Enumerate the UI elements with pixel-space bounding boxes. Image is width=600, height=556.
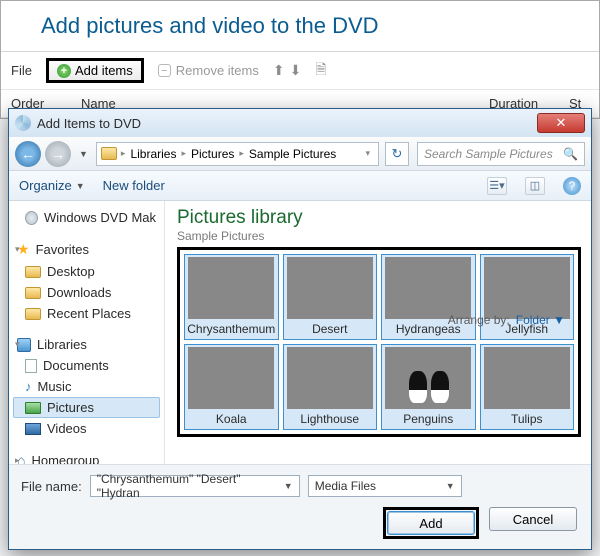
cancel-button[interactable]: Cancel bbox=[489, 507, 577, 531]
sidebar-downloads[interactable]: Downloads bbox=[13, 282, 160, 303]
chevron-right-icon[interactable]: ▸ bbox=[15, 455, 20, 465]
filename-combo[interactable]: "Chrysanthemum" "Desert" "Hydran ▼ bbox=[90, 475, 300, 497]
thumb-chrysanthemum[interactable]: Chrysanthemum bbox=[184, 254, 279, 340]
sidebar-homegroup[interactable]: ▸⌂Homegroup bbox=[13, 449, 160, 464]
arrow-down-icon[interactable]: ⬇ bbox=[290, 62, 302, 79]
arrange-by-dropdown[interactable]: Folder ▼ bbox=[516, 313, 565, 327]
thumbnail-label: Penguins bbox=[384, 409, 473, 427]
thumbnail-image bbox=[484, 347, 570, 409]
sidebar-libraries[interactable]: ▾Libraries bbox=[13, 334, 160, 355]
disc-icon bbox=[25, 211, 38, 225]
crumb-libraries[interactable]: Libraries bbox=[127, 147, 179, 161]
file-pane: Pictures library Sample Pictures Chrysan… bbox=[165, 201, 591, 464]
add-items-button[interactable]: + Add items bbox=[46, 58, 144, 83]
sidebar-music[interactable]: ♪Music bbox=[13, 376, 160, 397]
parent-window: Add pictures and video to the DVD File +… bbox=[0, 0, 600, 119]
sidebar: Windows DVD Mak ▾★Favorites Desktop Down… bbox=[9, 201, 165, 464]
library-subtitle: Sample Pictures bbox=[177, 229, 581, 243]
thumbnail-grid: Chrysanthemum Desert HydrangeasJellyfish Ko… bbox=[177, 247, 581, 437]
arrange-by: Arrange by: Folder ▼ bbox=[448, 313, 565, 327]
library-title: Pictures library bbox=[177, 207, 581, 229]
reorder-arrows: ⬆ ⬇ bbox=[273, 62, 301, 79]
thumbnail-image bbox=[385, 257, 471, 319]
document-icon bbox=[25, 359, 37, 373]
arrow-up-icon[interactable]: ⬆ bbox=[273, 62, 285, 79]
dialog-titlebar[interactable]: Add Items to DVD ✕ bbox=[9, 109, 591, 137]
sidebar-dvdmaker[interactable]: Windows DVD Mak bbox=[13, 207, 160, 228]
file-menu[interactable]: File bbox=[11, 63, 32, 78]
folder-icon bbox=[25, 287, 41, 299]
forward-button[interactable]: → bbox=[45, 141, 71, 167]
thumbnail-image bbox=[188, 257, 274, 319]
address-bar[interactable]: ▸ Libraries ▸ Pictures ▸ Sample Pictures… bbox=[96, 142, 379, 166]
chevron-down-icon[interactable]: ▾ bbox=[15, 244, 20, 255]
crumb-pictures[interactable]: Pictures bbox=[188, 147, 237, 161]
dialog-title: Add Items to DVD bbox=[37, 116, 141, 131]
sidebar-favorites[interactable]: ▾★Favorites bbox=[13, 238, 160, 261]
parent-title: Add pictures and video to the DVD bbox=[1, 1, 599, 52]
thumbnail-label: Chrysanthemum bbox=[187, 319, 276, 337]
thumbnail-label: Desert bbox=[286, 319, 375, 337]
organize-menu[interactable]: Organize ▼ bbox=[19, 178, 85, 193]
videos-icon bbox=[25, 423, 41, 435]
folder-icon bbox=[25, 308, 41, 320]
search-icon: 🔍 bbox=[563, 147, 578, 161]
plus-icon: + bbox=[57, 64, 71, 78]
add-button[interactable]: Add bbox=[387, 511, 475, 535]
thumbnail-image bbox=[188, 347, 274, 409]
remove-items-button: − Remove items bbox=[158, 63, 259, 78]
chevron-down-icon[interactable]: ▾ bbox=[15, 339, 20, 350]
dialog-bottom: File name: "Chrysanthemum" "Desert" "Hyd… bbox=[9, 464, 591, 549]
filename-label: File name: bbox=[21, 479, 82, 494]
sidebar-recent[interactable]: Recent Places bbox=[13, 303, 160, 324]
thumb-desert[interactable]: Desert bbox=[283, 254, 378, 340]
refresh-button[interactable]: ↻ bbox=[385, 142, 409, 166]
filetype-combo[interactable]: Media Files ▼ bbox=[308, 475, 462, 497]
folder-icon bbox=[25, 266, 41, 278]
new-folder-button[interactable]: New folder bbox=[103, 178, 165, 193]
thumbnail-label: Tulips bbox=[483, 409, 572, 427]
back-button[interactable]: ← bbox=[15, 141, 41, 167]
help-button[interactable]: ? bbox=[563, 177, 581, 195]
minus-icon: − bbox=[158, 64, 171, 77]
preview-pane-button[interactable]: ◫ bbox=[525, 177, 545, 195]
thumb-tulips[interactable]: Tulips bbox=[480, 344, 575, 430]
sidebar-pictures[interactable]: Pictures bbox=[13, 397, 160, 418]
thumbnail-label: Lighthouse bbox=[286, 409, 375, 427]
add-button-highlight: Add bbox=[383, 507, 479, 539]
thumb-lighthouse[interactable]: Lighthouse bbox=[283, 344, 378, 430]
thumbnail-image bbox=[385, 347, 471, 409]
chevron-down-icon: ▼ bbox=[284, 481, 293, 491]
history-dropdown[interactable]: ▼ bbox=[75, 149, 92, 159]
close-button[interactable]: ✕ bbox=[537, 113, 585, 133]
dvd-icon bbox=[15, 115, 31, 131]
parent-toolbar: File + Add items − Remove items ⬆ ⬇ 🗎 bbox=[1, 52, 599, 90]
view-options-button[interactable]: ☰▾ bbox=[487, 177, 507, 195]
document-icon[interactable]: 🗎 bbox=[315, 59, 326, 83]
add-items-dialog: Add Items to DVD ✕ ← → ▼ ▸ Libraries ▸ P… bbox=[8, 108, 592, 550]
thumbnail-image bbox=[287, 347, 373, 409]
folder-icon bbox=[101, 147, 117, 160]
sidebar-desktop[interactable]: Desktop bbox=[13, 261, 160, 282]
thumb-penguins[interactable]: Penguins bbox=[381, 344, 476, 430]
thumb-koala[interactable]: Koala bbox=[184, 344, 279, 430]
sidebar-documents[interactable]: Documents bbox=[13, 355, 160, 376]
sidebar-videos[interactable]: Videos bbox=[13, 418, 160, 439]
thumb-hydrangeas[interactable]: Hydrangeas bbox=[381, 254, 476, 340]
thumb-jellyfish[interactable]: Jellyfish bbox=[480, 254, 575, 340]
search-input[interactable]: Search Sample Pictures 🔍 bbox=[417, 142, 585, 166]
music-icon: ♪ bbox=[25, 379, 32, 394]
nav-row: ← → ▼ ▸ Libraries ▸ Pictures ▸ Sample Pi… bbox=[9, 137, 591, 171]
thumbnail-label: Koala bbox=[187, 409, 276, 427]
toolbar: Organize ▼ New folder ☰▾ ◫ ? bbox=[9, 171, 591, 201]
thumbnail-image bbox=[484, 257, 570, 319]
chevron-down-icon: ▼ bbox=[446, 481, 455, 491]
pictures-icon bbox=[25, 402, 41, 414]
crumb-sample[interactable]: Sample Pictures bbox=[246, 147, 339, 161]
thumbnail-image bbox=[287, 257, 373, 319]
